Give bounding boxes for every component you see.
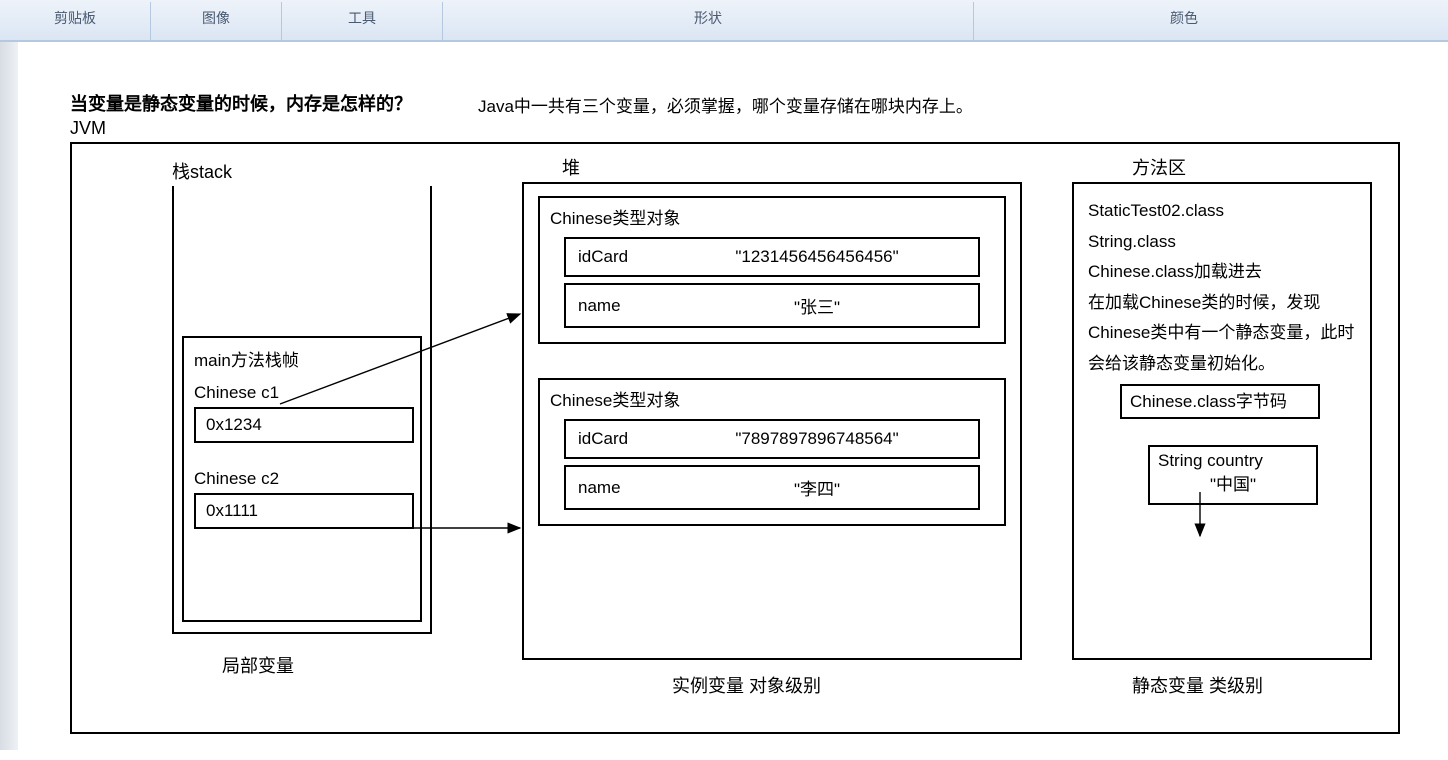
stack-var-decl: Chinese c1 xyxy=(194,383,410,403)
diagram-subtitle: Java中一共有三个变量，必须掌握，哪个变量存储在哪块内存上。 xyxy=(478,92,973,117)
ribbon-group[interactable]: 剪贴板 xyxy=(0,0,150,40)
diagram-canvas: 当变量是静态变量的时候，内存是怎样的？ Java中一共有三个变量，必须掌握，哪个… xyxy=(18,60,1428,760)
stack-column: main方法栈帧 Chinese c1 0x1234 Chinese c2 0x… xyxy=(172,186,432,634)
jvm-label: JVM xyxy=(70,118,106,139)
ribbon-group-label: 工具 xyxy=(348,8,376,28)
ribbon-group[interactable]: 颜色 xyxy=(974,0,1394,40)
heap-object: Chinese类型对象 idCard "7897897896748564" na… xyxy=(538,378,1006,526)
heap-field: name "李四" xyxy=(564,465,980,510)
method-area-line: String.class xyxy=(1088,227,1356,258)
stack-var-addr: 0x1111 xyxy=(194,493,414,529)
heap-field: idCard "7897897896748564" xyxy=(564,419,980,459)
method-area-caption: 静态变量 类级别 xyxy=(1132,672,1263,698)
ribbon-group-label: 剪贴板 xyxy=(54,8,96,28)
stack-var-decl: Chinese c2 xyxy=(194,469,410,489)
heap-label: 堆 xyxy=(562,154,580,180)
canvas-wrap: 当变量是静态变量的时候，内存是怎样的？ Java中一共有三个变量，必须掌握，哪个… xyxy=(0,42,1448,750)
heap-caption: 实例变量 对象级别 xyxy=(672,672,821,698)
heap-box: Chinese类型对象 idCard "1231456456456456" na… xyxy=(522,182,1022,660)
heap-field-name: idCard xyxy=(578,247,668,267)
ribbon-group[interactable]: 图像 xyxy=(151,0,281,40)
diagram-title: 当变量是静态变量的时候，内存是怎样的？ xyxy=(70,90,412,116)
static-country-decl: String country xyxy=(1158,451,1263,470)
static-country-box: String country "中国" xyxy=(1148,445,1318,505)
method-area-line: StaticTest02.class xyxy=(1088,196,1356,227)
heap-field-value: "7897897896748564" xyxy=(668,429,966,449)
canvas-left-shadow xyxy=(0,42,18,750)
heap-field-name: name xyxy=(578,478,668,498)
heap-field: name "张三" xyxy=(564,283,980,328)
bytecode-box: Chinese.class字节码 xyxy=(1120,384,1320,420)
static-country-value: "中国" xyxy=(1158,473,1308,497)
stack-label: 栈stack xyxy=(172,158,232,184)
ribbon-group[interactable]: 工具 xyxy=(282,0,442,40)
heap-object-title: Chinese类型对象 xyxy=(550,204,994,229)
method-area-label: 方法区 xyxy=(1132,154,1186,180)
heap-object: Chinese类型对象 idCard "1231456456456456" na… xyxy=(538,196,1006,344)
ribbon-group-label: 形状 xyxy=(694,8,722,28)
heap-field-value: "1231456456456456" xyxy=(668,247,966,267)
stack-caption: 局部变量 xyxy=(222,652,294,678)
heap-field-name: idCard xyxy=(578,429,668,449)
heap-field: idCard "1231456456456456" xyxy=(564,237,980,277)
stack-frame-title: main方法栈帧 xyxy=(194,346,410,371)
heap-field-name: name xyxy=(578,296,668,316)
stack-var-addr: 0x1234 xyxy=(194,407,414,443)
heap-field-value: "李四" xyxy=(668,475,966,500)
ribbon-group[interactable]: 形状 xyxy=(443,0,973,40)
ribbon-group-label: 颜色 xyxy=(1170,8,1198,28)
ribbon-toolbar: 剪贴板 图像 工具 形状 颜色 xyxy=(0,0,1448,42)
ribbon-group-label: 图像 xyxy=(202,8,230,28)
stack-frame-main: main方法栈帧 Chinese c1 0x1234 Chinese c2 0x… xyxy=(182,336,422,622)
method-area-line: Chinese.class加载进去 xyxy=(1088,257,1356,288)
heap-object-title: Chinese类型对象 xyxy=(550,386,994,411)
method-area-line: 在加载Chinese类的时候，发现Chinese类中有一个静态变量，此时会给该静… xyxy=(1088,288,1356,380)
heap-field-value: "张三" xyxy=(668,293,966,318)
method-area-box: StaticTest02.class String.class Chinese.… xyxy=(1072,182,1372,660)
jvm-box: 栈stack main方法栈帧 Chinese c1 0x1234 Chines… xyxy=(70,142,1400,734)
